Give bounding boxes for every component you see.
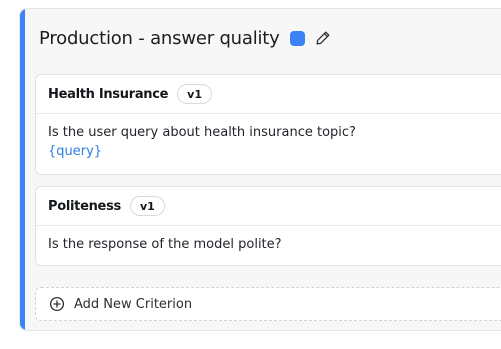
- panel-header: Production - answer quality: [39, 25, 332, 51]
- accent-bar: [20, 9, 25, 330]
- status-color-swatch[interactable]: [289, 30, 305, 46]
- criterion-prompt: Is the response of the model polite?: [48, 237, 282, 252]
- add-criterion-button[interactable]: Add New Criterion: [35, 287, 501, 321]
- plus-circle-icon: [49, 296, 65, 312]
- variable-token: {query}: [48, 144, 103, 159]
- criterion-name: Health Insurance: [48, 86, 169, 102]
- criterion-card-header: Politeness v1: [36, 187, 501, 226]
- add-criterion-label: Add New Criterion: [74, 296, 193, 312]
- criteria-panel: Production - answer quality Health Insur…: [19, 8, 501, 331]
- pencil-icon[interactable]: [314, 29, 332, 47]
- criterion-card-politeness[interactable]: Politeness v1 Is the response of the mod…: [35, 186, 501, 266]
- version-badge[interactable]: v1: [129, 196, 165, 216]
- criterion-card-header: Health Insurance v1: [36, 75, 501, 114]
- version-badge[interactable]: v1: [177, 84, 212, 104]
- panel-title: Production - answer quality: [39, 27, 280, 49]
- criterion-prompt: Is the user query about health insurance…: [48, 125, 356, 140]
- criterion-card-body: Is the response of the model polite?: [36, 226, 501, 253]
- criterion-card-body: Is the user query about health insurance…: [36, 114, 501, 161]
- criterion-name: Politeness: [48, 198, 121, 214]
- criterion-card-health-insurance[interactable]: Health Insurance v1 Is the user query ab…: [35, 74, 501, 175]
